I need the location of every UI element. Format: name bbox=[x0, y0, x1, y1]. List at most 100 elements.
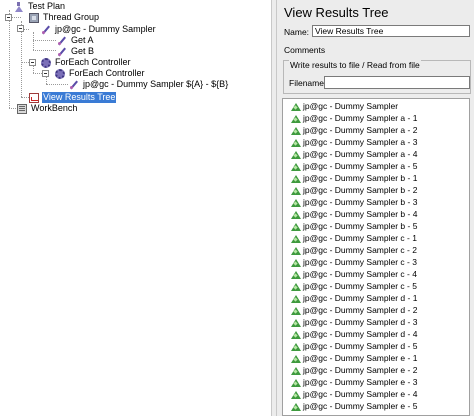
tree-node-label: Thread Group bbox=[43, 12, 100, 22]
tree-node-thread-group[interactable]: Thread Group bbox=[29, 12, 100, 23]
collapse-toggle[interactable] bbox=[5, 14, 12, 21]
result-item[interactable]: jp@gc - Dummy Sampler c - 5 bbox=[291, 282, 417, 291]
result-item[interactable]: jp@gc - Dummy Sampler b - 3 bbox=[291, 198, 417, 207]
success-triangle-icon bbox=[291, 126, 301, 135]
result-item[interactable]: jp@gc - Dummy Sampler c - 4 bbox=[291, 270, 417, 279]
tree-node-label: ForEach Controller bbox=[55, 57, 131, 67]
result-item-label: jp@gc - Dummy Sampler a - 4 bbox=[303, 149, 418, 159]
success-triangle-icon bbox=[291, 354, 301, 363]
collapse-toggle[interactable] bbox=[17, 25, 24, 32]
result-item[interactable]: jp@gc - Dummy Sampler a - 2 bbox=[291, 126, 417, 135]
tree-node-test-plan[interactable]: Test Plan bbox=[14, 1, 66, 12]
tree-node-get-a[interactable]: Get A bbox=[57, 35, 95, 46]
flask-icon bbox=[14, 1, 24, 12]
results-tree[interactable]: jp@gc - Dummy Sampler jp@gc - Dummy Sampl… bbox=[282, 98, 470, 416]
tree-node-dummy-sampler[interactable]: jp@gc - Dummy Sampler bbox=[41, 24, 157, 35]
result-item[interactable]: jp@gc - Dummy Sampler a - 5 bbox=[291, 162, 417, 171]
tree-node-foreach-controller-nested[interactable]: ForEach Controller bbox=[55, 68, 146, 79]
result-item-label: jp@gc - Dummy Sampler b - 5 bbox=[303, 221, 418, 231]
result-item[interactable]: jp@gc - Dummy Sampler d - 4 bbox=[291, 330, 417, 339]
result-item-label: jp@gc - Dummy Sampler e - 1 bbox=[303, 353, 418, 363]
tree-node-label: WorkBench bbox=[31, 103, 78, 113]
success-triangle-icon bbox=[291, 270, 301, 279]
success-triangle-icon bbox=[291, 222, 301, 231]
result-item-label: jp@gc - Dummy Sampler b - 4 bbox=[303, 209, 418, 219]
tree-connector bbox=[33, 50, 56, 51]
tree-connector bbox=[33, 65, 34, 73]
success-triangle-icon bbox=[291, 294, 301, 303]
success-triangle-icon bbox=[291, 390, 301, 399]
sampler-icon bbox=[57, 36, 67, 46]
name-row: Name: bbox=[284, 27, 309, 37]
result-item-label: jp@gc - Dummy Sampler c - 3 bbox=[303, 257, 417, 267]
file-section-label: Write results to file / Read from file bbox=[289, 60, 421, 70]
tree-node-foreach-controller[interactable]: ForEach Controller bbox=[41, 57, 132, 68]
result-item-label: jp@gc - Dummy Sampler e - 5 bbox=[303, 401, 418, 411]
result-item-label: jp@gc - Dummy Sampler a - 1 bbox=[303, 113, 418, 123]
collapse-toggle[interactable] bbox=[42, 70, 49, 77]
result-item-label: jp@gc - Dummy Sampler c - 2 bbox=[303, 245, 417, 255]
result-item[interactable]: jp@gc - Dummy Sampler b - 2 bbox=[291, 186, 417, 195]
name-input[interactable] bbox=[312, 25, 470, 37]
gear-icon bbox=[41, 57, 51, 68]
workbench-icon bbox=[17, 103, 27, 114]
tree-node-label: Get B bbox=[71, 46, 95, 56]
result-item[interactable]: jp@gc - Dummy Sampler a - 3 bbox=[291, 138, 417, 147]
tree-connector bbox=[21, 21, 22, 97]
success-triangle-icon bbox=[291, 282, 301, 291]
result-item[interactable]: jp@gc - Dummy Sampler b - 5 bbox=[291, 222, 417, 231]
comments-input[interactable] bbox=[325, 43, 470, 55]
result-item[interactable]: jp@gc - Dummy Sampler b - 4 bbox=[291, 210, 417, 219]
result-item-label: jp@gc - Dummy Sampler b - 2 bbox=[303, 185, 418, 195]
collapse-toggle[interactable] bbox=[29, 59, 36, 66]
success-triangle-icon bbox=[291, 234, 301, 243]
result-item-label: jp@gc - Dummy Sampler c - 5 bbox=[303, 281, 417, 291]
tree-connector bbox=[46, 76, 47, 84]
result-item[interactable]: jp@gc - Dummy Sampler d - 3 bbox=[291, 318, 417, 327]
thread-group-icon bbox=[29, 12, 39, 23]
tree-connector bbox=[46, 84, 68, 85]
result-item[interactable]: jp@gc - Dummy Sampler d - 5 bbox=[291, 342, 417, 351]
filename-input[interactable] bbox=[324, 76, 470, 89]
result-item[interactable]: jp@gc - Dummy Sampler c - 2 bbox=[291, 246, 417, 255]
result-item[interactable]: jp@gc - Dummy Sampler c - 1 bbox=[291, 234, 417, 243]
tree-node-dummy-sampler-ab[interactable]: jp@gc - Dummy Sampler ${A} - ${B} bbox=[69, 79, 229, 90]
success-triangle-icon bbox=[291, 378, 301, 387]
result-item-label: jp@gc - Dummy Sampler a - 5 bbox=[303, 161, 418, 171]
result-item-label: jp@gc - Dummy Sampler e - 2 bbox=[303, 365, 418, 375]
result-item[interactable]: jp@gc - Dummy Sampler e - 2 bbox=[291, 366, 417, 375]
result-item[interactable]: jp@gc - Dummy Sampler a - 4 bbox=[291, 150, 417, 159]
comments-row: Comments: bbox=[284, 45, 327, 55]
tree-node-get-b[interactable]: Get B bbox=[57, 46, 95, 57]
result-item-label: jp@gc - Dummy Sampler a - 3 bbox=[303, 137, 418, 147]
result-item-label: jp@gc - Dummy Sampler a - 2 bbox=[303, 125, 418, 135]
result-item-label: jp@gc - Dummy Sampler e - 4 bbox=[303, 389, 418, 399]
gear-icon bbox=[55, 68, 65, 79]
result-item-label: jp@gc - Dummy Sampler d - 3 bbox=[303, 317, 418, 327]
sampler-icon bbox=[41, 25, 51, 35]
result-item[interactable]: jp@gc - Dummy Sampler e - 5 bbox=[291, 402, 417, 411]
result-item[interactable]: jp@gc - Dummy Sampler b - 1 bbox=[291, 174, 417, 183]
tree-connector bbox=[33, 73, 42, 74]
result-item[interactable]: jp@gc - Dummy Sampler d - 1 bbox=[291, 294, 417, 303]
success-triangle-icon bbox=[291, 366, 301, 375]
result-item[interactable]: jp@gc - Dummy Sampler c - 3 bbox=[291, 258, 417, 267]
tree-node-label: jp@gc - Dummy Sampler bbox=[55, 24, 156, 34]
result-item-label: jp@gc - Dummy Sampler bbox=[303, 101, 399, 111]
result-item[interactable]: jp@gc - Dummy Sampler e - 4 bbox=[291, 390, 417, 399]
tree-connector bbox=[33, 32, 34, 50]
result-item-label: jp@gc - Dummy Sampler d - 1 bbox=[303, 293, 418, 303]
comments-label: Comments: bbox=[284, 45, 328, 55]
result-item[interactable]: jp@gc - Dummy Sampler e - 1 bbox=[291, 354, 417, 363]
success-triangle-icon bbox=[291, 402, 301, 411]
result-item[interactable]: jp@gc - Dummy Sampler bbox=[291, 102, 398, 111]
tree-node-workbench[interactable]: WorkBench bbox=[17, 103, 78, 114]
result-item[interactable]: jp@gc - Dummy Sampler a - 1 bbox=[291, 114, 417, 123]
result-item[interactable]: jp@gc - Dummy Sampler d - 2 bbox=[291, 306, 417, 315]
result-item[interactable]: jp@gc - Dummy Sampler e - 3 bbox=[291, 378, 417, 387]
result-item-label: jp@gc - Dummy Sampler e - 3 bbox=[303, 377, 418, 387]
tree-node-view-results-tree[interactable]: View Results Tree bbox=[29, 92, 117, 103]
tree-connector bbox=[9, 10, 10, 108]
success-triangle-icon bbox=[291, 114, 301, 123]
tree-node-label: Test Plan bbox=[28, 1, 66, 11]
